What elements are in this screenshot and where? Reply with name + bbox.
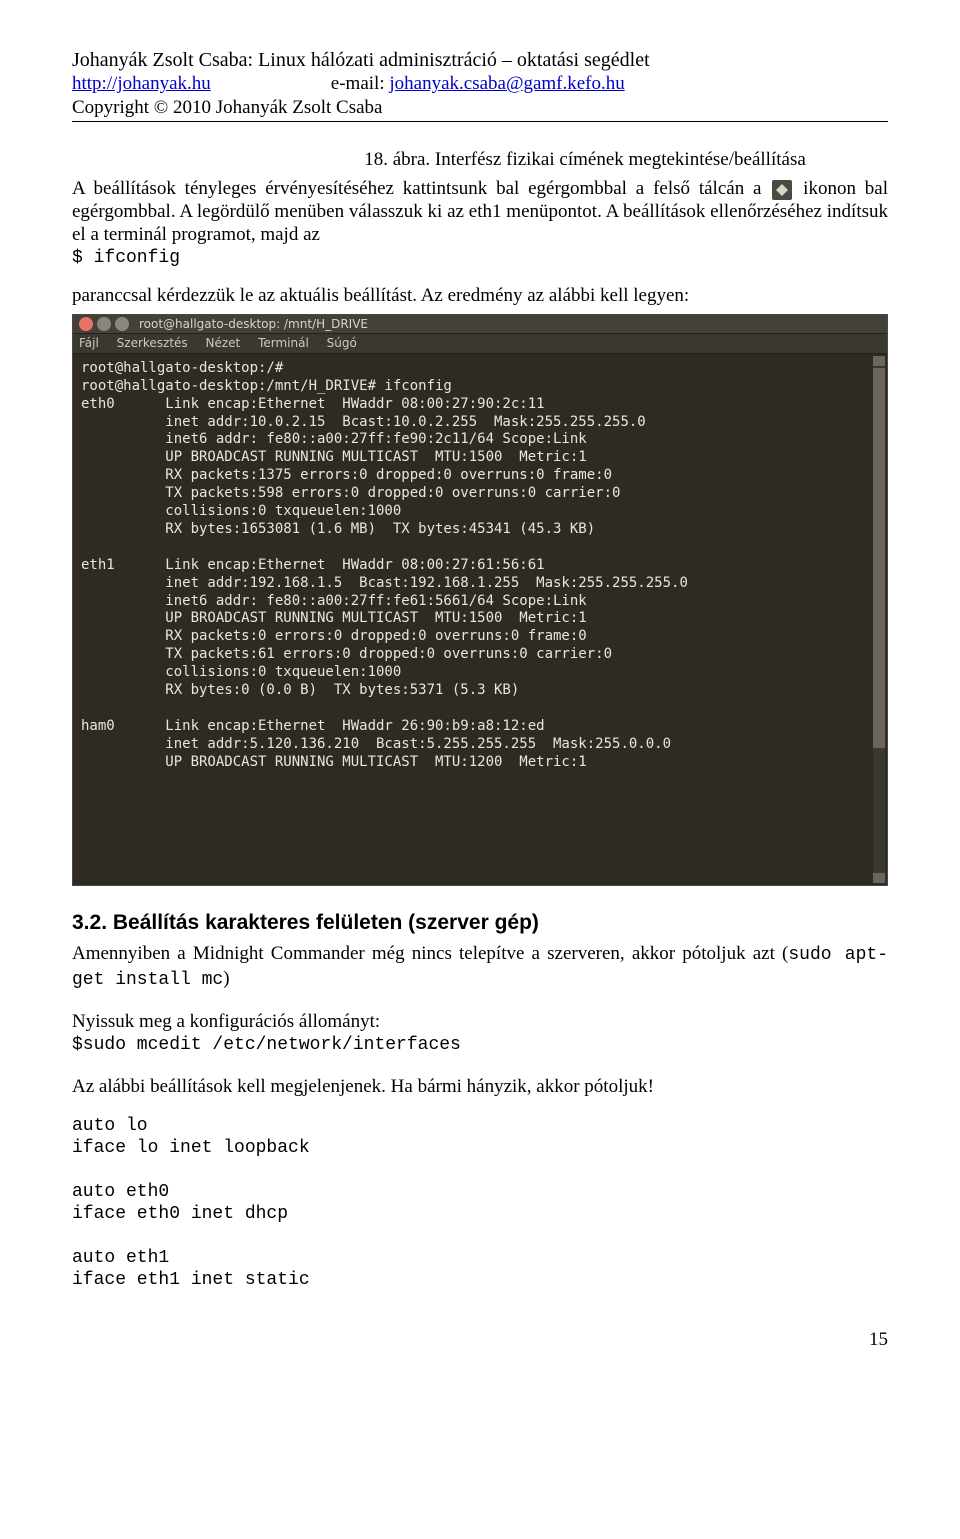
page-number: 15 (72, 1328, 888, 1351)
minimize-icon[interactable] (97, 317, 111, 331)
header-email-link[interactable]: johanyak.csaba@gamf.kefo.hu (389, 73, 624, 94)
figure-caption: 18. ábra. Interfész fizikai címének megt… (322, 148, 848, 171)
menu-edit[interactable]: Szerkesztés (117, 336, 188, 350)
scrollbar-down-icon[interactable] (873, 873, 885, 883)
header-copyright: Copyright © 2010 Johanyák Zsolt Csaba (72, 96, 888, 122)
header-url-link[interactable]: http://johanyak.hu (72, 72, 211, 95)
paragraph-settings-apply: A beállítások tényleges érvényesítéséhez… (72, 177, 888, 247)
terminal-menubar: Fájl Szerkesztés Nézet Terminál Súgó (73, 334, 887, 354)
paragraph-config-note: Az alábbi beállítások kell megjelenjenek… (72, 1075, 888, 1098)
scrollbar-up-icon[interactable] (873, 356, 885, 366)
terminal-title: root@hallgato-desktop: /mnt/H_DRIVE (139, 317, 368, 332)
para1-a: A beállítások tényleges érvényesítéséhez… (72, 178, 770, 199)
command-mcedit: $sudo mcedit /etc/network/interfaces (72, 1035, 888, 1057)
menu-file[interactable]: Fájl (79, 336, 99, 350)
menu-help[interactable]: Súgó (327, 336, 357, 350)
network-manager-icon (772, 180, 792, 200)
paragraph-open-config: Nyissuk meg a konfigurációs állományt: (72, 1010, 888, 1033)
terminal-body[interactable]: root@hallgato-desktop:/# root@hallgato-d… (73, 354, 887, 885)
paragraph-result-intro: paranccsal kérdezzük le az aktuális beál… (72, 284, 888, 307)
para3-a: Amennyiben a Midnight Commander még ninc… (72, 943, 788, 964)
para3-b: ) (223, 968, 229, 989)
paragraph-mc-install: Amennyiben a Midnight Commander még ninc… (72, 942, 888, 992)
menu-term[interactable]: Terminál (258, 336, 309, 350)
header-email: e-mail: johanyak.csaba@gamf.kefo.hu (331, 72, 625, 95)
page-header-title: Johanyák Zsolt Csaba: Linux hálózati adm… (72, 48, 888, 72)
scrollbar-thumb[interactable] (873, 368, 885, 748)
menu-view[interactable]: Nézet (206, 336, 241, 350)
interfaces-config-block: auto lo iface lo inet loopback auto eth0… (72, 1116, 888, 1292)
maximize-icon[interactable] (115, 317, 129, 331)
terminal-titlebar: root@hallgato-desktop: /mnt/H_DRIVE (73, 315, 887, 335)
section-3-2-heading: 3.2. Beállítás karakteres felületen (sze… (72, 910, 888, 936)
header-email-prefix: e-mail: (331, 73, 390, 94)
close-icon[interactable] (79, 317, 93, 331)
command-ifconfig: $ ifconfig (72, 248, 888, 270)
terminal-window: root@hallgato-desktop: /mnt/H_DRIVE Fájl… (72, 314, 888, 887)
